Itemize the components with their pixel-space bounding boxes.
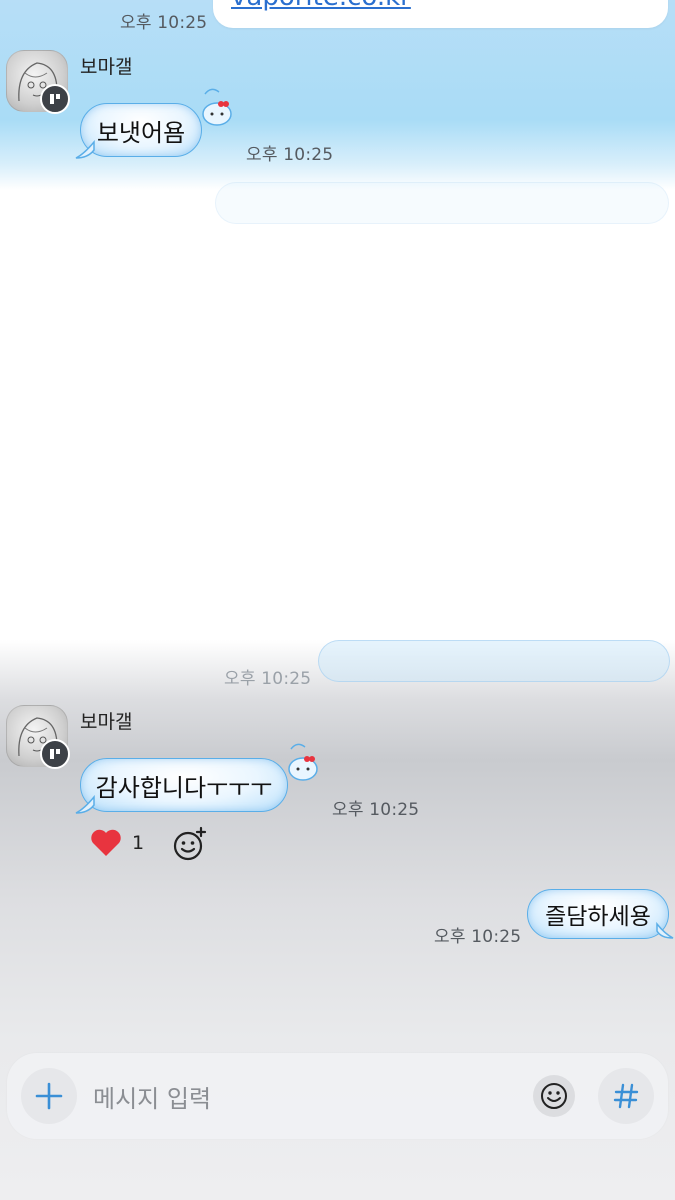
bubble-tail-icon bbox=[656, 922, 674, 939]
message-text: 보냇어욤 bbox=[96, 118, 186, 147]
incoming-message-bubble[interactable]: 감사합니다ㅜㅜㅜ bbox=[80, 758, 288, 812]
message-time: 오후 10:25 bbox=[246, 145, 334, 165]
message-time: 오후 10:25 bbox=[434, 927, 522, 947]
message-input[interactable]: 메시지 입력 bbox=[93, 1079, 211, 1114]
cloud-sticker-icon bbox=[202, 88, 232, 126]
sender-name: 보마갤 bbox=[80, 711, 133, 733]
avatar-badge-icon bbox=[40, 84, 70, 114]
incoming-message-bubble[interactable]: 보냇어욤 bbox=[80, 103, 202, 157]
heart-icon bbox=[91, 829, 121, 856]
message-time: 오후 10:25 bbox=[120, 13, 208, 33]
link-text[interactable]: vaporite.co.kr bbox=[231, 0, 411, 12]
add-reaction-icon[interactable] bbox=[172, 826, 208, 862]
outgoing-message-bubble[interactable]: 즐담하세용 bbox=[527, 889, 669, 939]
message-time: 오후 10:25 bbox=[332, 800, 420, 820]
smile-icon bbox=[541, 1083, 567, 1109]
sender-name: 보마갤 bbox=[80, 56, 133, 78]
cloud-sticker-icon bbox=[288, 743, 318, 781]
reaction-count: 1 bbox=[132, 832, 145, 854]
add-button[interactable] bbox=[21, 1068, 77, 1124]
avatar-badge-icon bbox=[40, 739, 70, 769]
reaction-chip[interactable]: 1 bbox=[90, 828, 144, 858]
bubble-tail-icon bbox=[75, 140, 95, 159]
faded-message-bubble bbox=[318, 640, 670, 682]
bubble-tail-icon bbox=[75, 795, 95, 814]
message-text: 즐담하세용 bbox=[545, 904, 651, 930]
hashtag-button[interactable] bbox=[598, 1068, 654, 1124]
plus-icon bbox=[35, 1082, 63, 1110]
message-text: 감사합니다ㅜㅜㅜ bbox=[95, 773, 273, 802]
link-message-bubble[interactable]: vaporite.co.kr bbox=[213, 0, 668, 28]
message-input-bar: 메시지 입력 bbox=[7, 1053, 668, 1139]
message-time: 오후 10:25 bbox=[224, 669, 312, 689]
faded-message-bubble bbox=[215, 182, 669, 224]
hashtag-icon bbox=[613, 1083, 639, 1109]
emoji-button[interactable] bbox=[533, 1075, 575, 1117]
